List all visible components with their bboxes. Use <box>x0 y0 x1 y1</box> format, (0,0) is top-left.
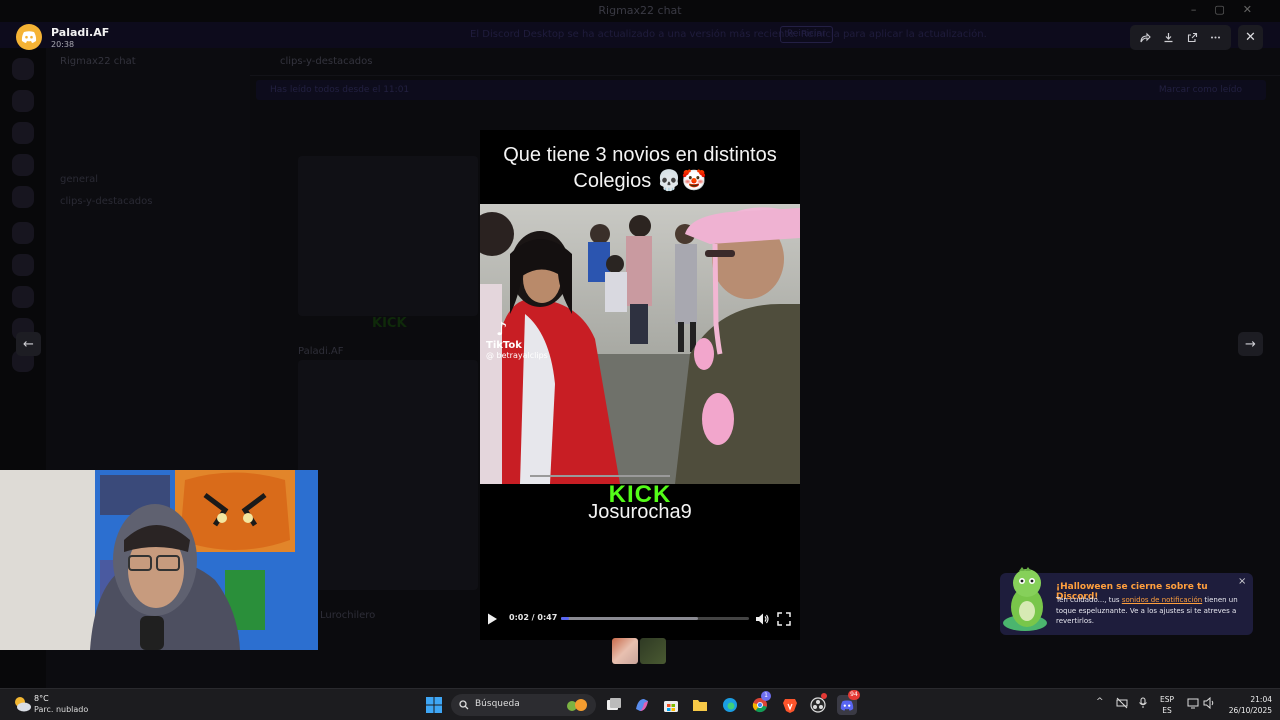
window-controls[interactable]: –▢✕ <box>1191 3 1270 16</box>
channel-header-title: clips-y-destacados <box>280 56 373 67</box>
speaker-icon[interactable] <box>1203 696 1215 712</box>
chrome-badge: 1 <box>761 691 771 701</box>
channel-item-general[interactable]: general <box>60 174 98 185</box>
weather-icon[interactable] <box>12 694 32 714</box>
unread-strip-text: Has leído todos desde el 11:01 <box>270 85 410 95</box>
microsoft-store-icon[interactable] <box>661 695 681 715</box>
search-icon <box>459 700 469 710</box>
seek-progress <box>561 617 569 620</box>
thumbnail-2[interactable] <box>640 638 666 664</box>
unread-strip[interactable]: Has leído todos desde el 11:01 Marcar co… <box>256 80 1266 100</box>
mark-read-button[interactable]: Marcar como leído <box>1159 85 1242 95</box>
fullscreen-icon[interactable] <box>777 611 791 626</box>
channel-item-clips[interactable]: clips-y-destacados <box>60 196 152 207</box>
file-explorer-icon[interactable] <box>690 695 710 715</box>
video-caption-line2: Colegios 💀🤡 <box>573 170 707 192</box>
server-icon[interactable] <box>12 154 34 176</box>
recording-dot <box>821 693 827 699</box>
video-caption: Que tiene 3 novios en distintos Colegios… <box>480 142 800 194</box>
embed-kick-text: KICK <box>372 316 407 331</box>
video-caption-line1: Que tiene 3 novios en distintos <box>503 144 777 166</box>
screen: Rigmax22 chat –▢✕ El Discord Desktop se … <box>0 0 1280 720</box>
tiktok-logo-icon: ♪ <box>496 319 508 340</box>
next-media-button[interactable]: → <box>1238 332 1263 356</box>
halloween-notification[interactable]: ¡Halloween se cierne sobre tu Discord! T… <box>1000 567 1253 635</box>
obs-icon[interactable] <box>808 693 828 715</box>
search-label: Búsqueda <box>475 699 520 709</box>
message-author[interactable]: Lurochilero <box>320 610 375 621</box>
weather-temperature[interactable]: 8°C <box>34 694 49 703</box>
avatar[interactable] <box>16 24 42 50</box>
media-thumbnails <box>612 638 666 664</box>
dinosaur-mascot-icon <box>1003 567 1047 631</box>
notification-body: Ten cuidado..., tus sonidos de notificac… <box>1056 595 1242 627</box>
volume-icon[interactable] <box>755 611 769 625</box>
brave-icon[interactable] <box>780 695 800 715</box>
tiktok-name: TikTok <box>486 340 522 351</box>
video-time: 0:02 / 0:47 <box>509 613 558 622</box>
webcam-overlay <box>0 470 318 650</box>
uploader-name[interactable]: Paladi.AF <box>51 26 109 39</box>
kick-username: Josurocha9 <box>588 501 692 523</box>
discord-logo-icon <box>21 31 37 43</box>
notification-sounds-link[interactable]: sonidos de notificación <box>1122 596 1202 604</box>
server-icon[interactable] <box>12 58 34 80</box>
server-icon[interactable] <box>12 222 34 244</box>
discord-taskbar-icon[interactable]: 94 <box>837 690 860 715</box>
language-bottom: ES <box>1162 706 1172 715</box>
weather-description[interactable]: Parc. nublado <box>34 705 88 714</box>
server-icon[interactable] <box>12 186 34 208</box>
server-icon[interactable] <box>12 122 34 144</box>
copilot-icon[interactable] <box>632 695 652 715</box>
task-view-icon[interactable] <box>604 695 624 715</box>
language-top: ESP <box>1160 695 1175 704</box>
more-icon[interactable] <box>1206 29 1224 47</box>
seek-buffered <box>561 617 699 620</box>
message-author[interactable]: Paladi.AF <box>298 346 344 357</box>
taskbar-search[interactable]: Búsqueda <box>451 694 596 716</box>
update-banner-text: El Discord Desktop se ha actualizado a u… <box>470 29 987 40</box>
seek-bar[interactable] <box>561 617 749 620</box>
server-icon[interactable] <box>12 254 34 276</box>
display-icon[interactable] <box>1187 697 1199 712</box>
language-indicator[interactable]: ESP ES <box>1160 694 1174 716</box>
server-icon[interactable] <box>12 90 34 112</box>
windows-taskbar: 8°C Parc. nublado Búsqueda 1 94 ^ ESP ES… <box>0 688 1280 720</box>
update-banner-button[interactable]: Reiniciar <box>780 26 833 43</box>
microphone-icon[interactable] <box>1138 697 1148 712</box>
thumbnail-1[interactable] <box>612 638 638 664</box>
clock-date: 26/10/2025 <box>1228 706 1272 715</box>
server-icon[interactable] <box>12 286 34 308</box>
video-controls: 0:02 / 0:47 <box>480 608 800 628</box>
chevron-up-icon[interactable]: ^ <box>1096 697 1104 707</box>
server-name[interactable]: Rigmax22 chat <box>60 56 136 67</box>
edge-icon[interactable] <box>720 695 740 715</box>
forward-icon[interactable] <box>1137 29 1155 47</box>
open-external-icon[interactable] <box>1183 29 1201 47</box>
previous-media-button[interactable]: ← <box>16 332 41 356</box>
upload-time: 20:38 <box>51 40 75 49</box>
play-icon[interactable] <box>485 611 499 625</box>
channel-header: clips-y-destacados <box>250 48 1280 76</box>
window-title: Rigmax22 chat <box>598 4 682 17</box>
tiktok-handle: @ betrayalclips <box>486 351 548 360</box>
search-highlight-icon <box>567 699 587 711</box>
discord-badge: 94 <box>848 690 860 700</box>
download-icon[interactable] <box>1160 29 1178 47</box>
notification-close-button[interactable]: × <box>1238 576 1246 587</box>
chrome-icon[interactable]: 1 <box>750 691 771 715</box>
media-toolbar <box>1130 25 1231 50</box>
video-embed[interactable] <box>298 156 478 316</box>
window-titlebar: Rigmax22 chat –▢✕ <box>0 0 1280 22</box>
clock-time: 21:04 <box>1250 695 1272 704</box>
notification-body-before: Ten cuidado..., tus <box>1056 596 1122 604</box>
taskbar-clock[interactable]: 21:04 26/10/2025 <box>1222 694 1272 716</box>
windows-start-icon[interactable] <box>424 695 444 715</box>
media-viewer-header: Paladi.AF 20:38 <box>16 24 216 52</box>
tiktok-watermark: ♪ TikTok @ betrayalclips <box>486 319 576 361</box>
network-icon[interactable] <box>1116 697 1128 712</box>
video-embed[interactable] <box>298 360 478 590</box>
close-button[interactable]: ✕ <box>1238 25 1263 50</box>
